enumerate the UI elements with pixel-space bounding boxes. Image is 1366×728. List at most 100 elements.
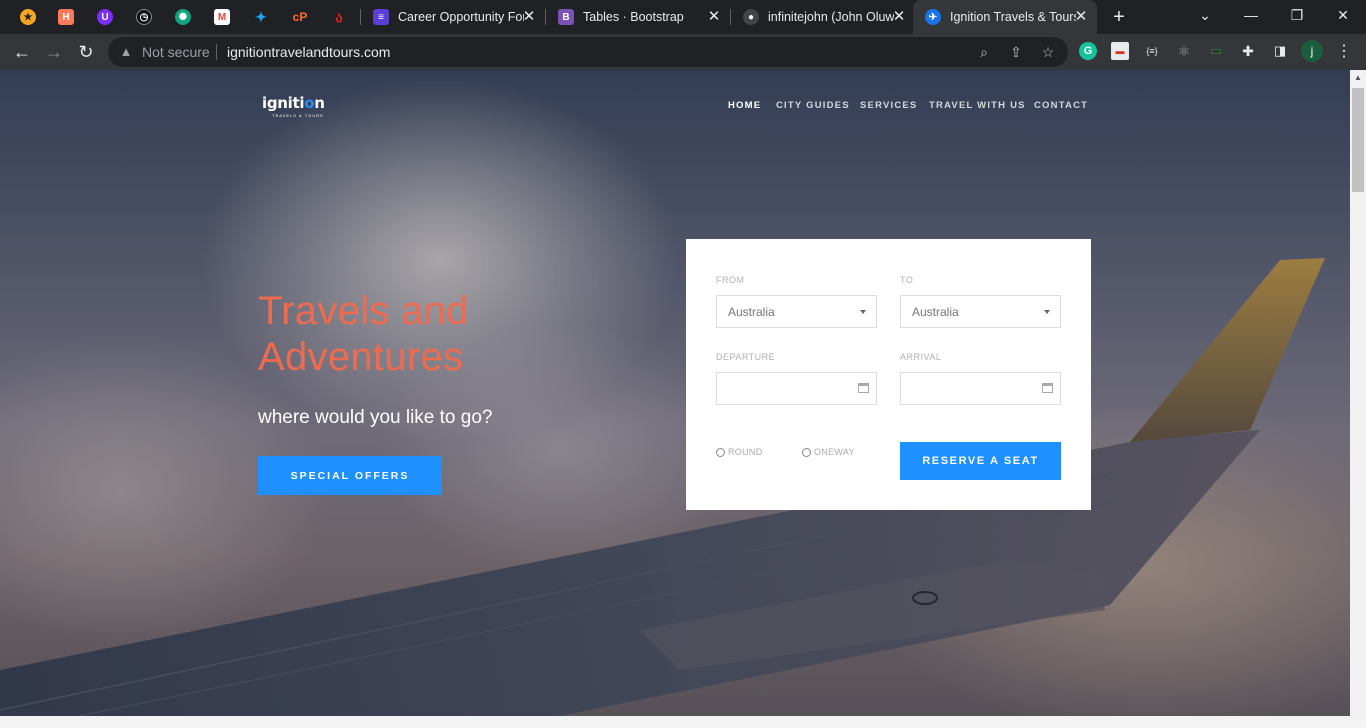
twitter-icon: ✦ — [255, 8, 267, 25]
pinned-tab[interactable]: ა — [320, 0, 358, 34]
puzzle-icon[interactable]: ✚ — [1239, 42, 1257, 60]
close-icon[interactable]: ✕ — [706, 9, 722, 25]
nav-contact[interactable]: CONTACT — [1034, 100, 1088, 111]
pinned-tab[interactable]: H — [47, 0, 85, 34]
extension-icon[interactable]: ▬ — [1111, 42, 1129, 60]
forward-button[interactable]: → — [40, 38, 68, 66]
grammarly-icon[interactable]: G — [1079, 42, 1097, 60]
bookmark-star-icon[interactable]: ☆ — [1038, 42, 1058, 62]
omnibox-divider — [216, 44, 217, 60]
hubspot-icon: H — [58, 9, 74, 25]
close-icon[interactable]: ✕ — [1073, 9, 1089, 25]
round-trip-radio[interactable]: ROUND — [716, 447, 763, 457]
hero-subtitle: where would you like to go? — [258, 407, 493, 428]
side-panel-icon[interactable]: ◨ — [1271, 42, 1289, 60]
address-bar[interactable]: ▲ Not secure ignitiontravelandtours.com … — [108, 37, 1068, 67]
chatgpt-icon: ✺ — [175, 9, 191, 25]
departure-date-input[interactable] — [716, 372, 877, 405]
security-label[interactable]: Not secure — [142, 44, 210, 60]
warning-icon[interactable]: ▲ — [118, 44, 134, 60]
radio-circle-icon[interactable] — [716, 447, 725, 457]
pinned-tab[interactable]: ★ — [9, 0, 47, 34]
timer-icon: ◷ — [136, 9, 152, 25]
page-scrollbar[interactable]: ▲ — [1350, 70, 1366, 716]
tab-github[interactable]: ● infinitejohn (John Oluw ✕ — [731, 0, 915, 34]
minimize-button[interactable]: — — [1228, 0, 1274, 30]
arrival-date-input[interactable] — [900, 372, 1061, 405]
dropdown-caret-icon — [860, 310, 866, 314]
tab-strip: ★ H U ◷ ✺ M ✦ cP ა ≡ Career Opportunity … — [0, 0, 1366, 34]
radio-circle-icon[interactable] — [802, 447, 811, 457]
gmail-icon: M — [214, 9, 230, 25]
list-icon: ≡ — [373, 9, 389, 25]
pinned-tab[interactable]: ◷ — [125, 0, 163, 34]
star-icon: ★ — [20, 9, 36, 25]
github-icon: ● — [743, 9, 759, 25]
special-offers-button[interactable]: SPECIAL OFFERS — [258, 456, 442, 495]
profile-avatar[interactable]: j — [1301, 40, 1323, 62]
browser-toolbar: ← → ↻ ▲ Not secure ignitiontravelandtour… — [0, 34, 1366, 70]
nav-travel-with-us[interactable]: TRAVEL WITH US — [929, 100, 1026, 111]
tab-ignition[interactable]: ✈ Ignition Travels & Tours ✕ — [913, 0, 1097, 34]
calendar-icon[interactable] — [858, 383, 869, 393]
page-bottom-edge — [0, 716, 1366, 728]
oneway-radio[interactable]: ONEWAY — [802, 447, 855, 457]
back-button[interactable]: ← — [8, 38, 36, 66]
pinned-tab[interactable]: M — [203, 0, 241, 34]
new-tab-button[interactable]: + — [1107, 5, 1131, 29]
nav-city-guides[interactable]: CITY GUIDES — [776, 100, 850, 111]
bootstrap-icon: B — [558, 9, 574, 25]
close-window-button[interactable]: ✕ — [1320, 0, 1366, 30]
hero-section: ignition TRAVELS & TOURS HOME CITY GUIDE… — [0, 70, 1350, 716]
pinned-tab[interactable]: ✦ — [242, 0, 280, 34]
react-devtools-icon[interactable]: ⚛ — [1175, 42, 1193, 60]
restore-button[interactable]: ❐ — [1274, 0, 1320, 30]
from-select[interactable]: Australia — [716, 295, 877, 328]
arrival-label: ARRIVAL — [900, 352, 942, 362]
calendar-icon[interactable] — [1042, 383, 1053, 393]
pinned-tab[interactable]: ✺ — [164, 0, 202, 34]
u-icon: U — [97, 9, 113, 25]
hero-overlay — [0, 70, 1350, 716]
round-label: ROUND — [728, 447, 763, 457]
tab-career[interactable]: ≡ Career Opportunity For ✕ — [361, 0, 545, 34]
scrollbar-thumb[interactable] — [1352, 88, 1364, 192]
scroll-up-icon[interactable]: ▲ — [1350, 70, 1366, 86]
booking-form: FROM TO Australia Australia DEPARTURE AR… — [686, 239, 1091, 510]
close-icon[interactable]: ✕ — [521, 9, 537, 25]
to-label: TO — [900, 275, 914, 285]
json-viewer-icon[interactable]: {≡} — [1143, 42, 1161, 60]
tab-title: infinitejohn (John Oluw — [768, 10, 894, 24]
hero-title-line: Adventures — [258, 335, 464, 379]
plane-icon: ✈ — [925, 9, 941, 25]
tab-bootstrap[interactable]: B Tables · Bootstrap ✕ — [546, 0, 730, 34]
site-logo[interactable]: ignition — [262, 94, 325, 112]
share-icon[interactable]: ⇪ — [1006, 42, 1026, 62]
nav-services[interactable]: SERVICES — [860, 100, 917, 111]
tab-search-button[interactable]: ⌄ — [1182, 0, 1228, 30]
from-label: FROM — [716, 275, 745, 285]
zoom-icon[interactable]: ⌕ — [974, 42, 994, 62]
hero-title-line: Travels and — [258, 289, 469, 333]
reload-button[interactable]: ↻ — [72, 38, 100, 66]
logo-text: igniti — [262, 94, 305, 112]
kebab-menu-icon[interactable]: ⋮ — [1335, 42, 1353, 60]
oneway-label: ONEWAY — [814, 447, 855, 457]
tab-title: Tables · Bootstrap — [583, 10, 684, 24]
window-extension-icon[interactable]: ▭ — [1207, 42, 1225, 60]
logo-text: n — [314, 94, 325, 112]
url-text[interactable]: ignitiontravelandtours.com — [227, 44, 390, 60]
pinned-tab[interactable]: U — [86, 0, 124, 34]
dropdown-caret-icon — [1044, 310, 1050, 314]
nav-home[interactable]: HOME — [728, 100, 761, 111]
departure-label: DEPARTURE — [716, 352, 776, 362]
cpanel-icon: cP — [292, 10, 308, 24]
close-icon[interactable]: ✕ — [891, 9, 907, 25]
airtel-icon: ა — [335, 8, 343, 25]
reserve-seat-button[interactable]: RESERVE A SEAT — [900, 442, 1061, 480]
from-value: Australia — [728, 305, 775, 319]
to-select[interactable]: Australia — [900, 295, 1061, 328]
pinned-tab[interactable]: cP — [281, 0, 319, 34]
to-value: Australia — [912, 305, 959, 319]
tab-title: Ignition Travels & Tours — [950, 10, 1076, 24]
